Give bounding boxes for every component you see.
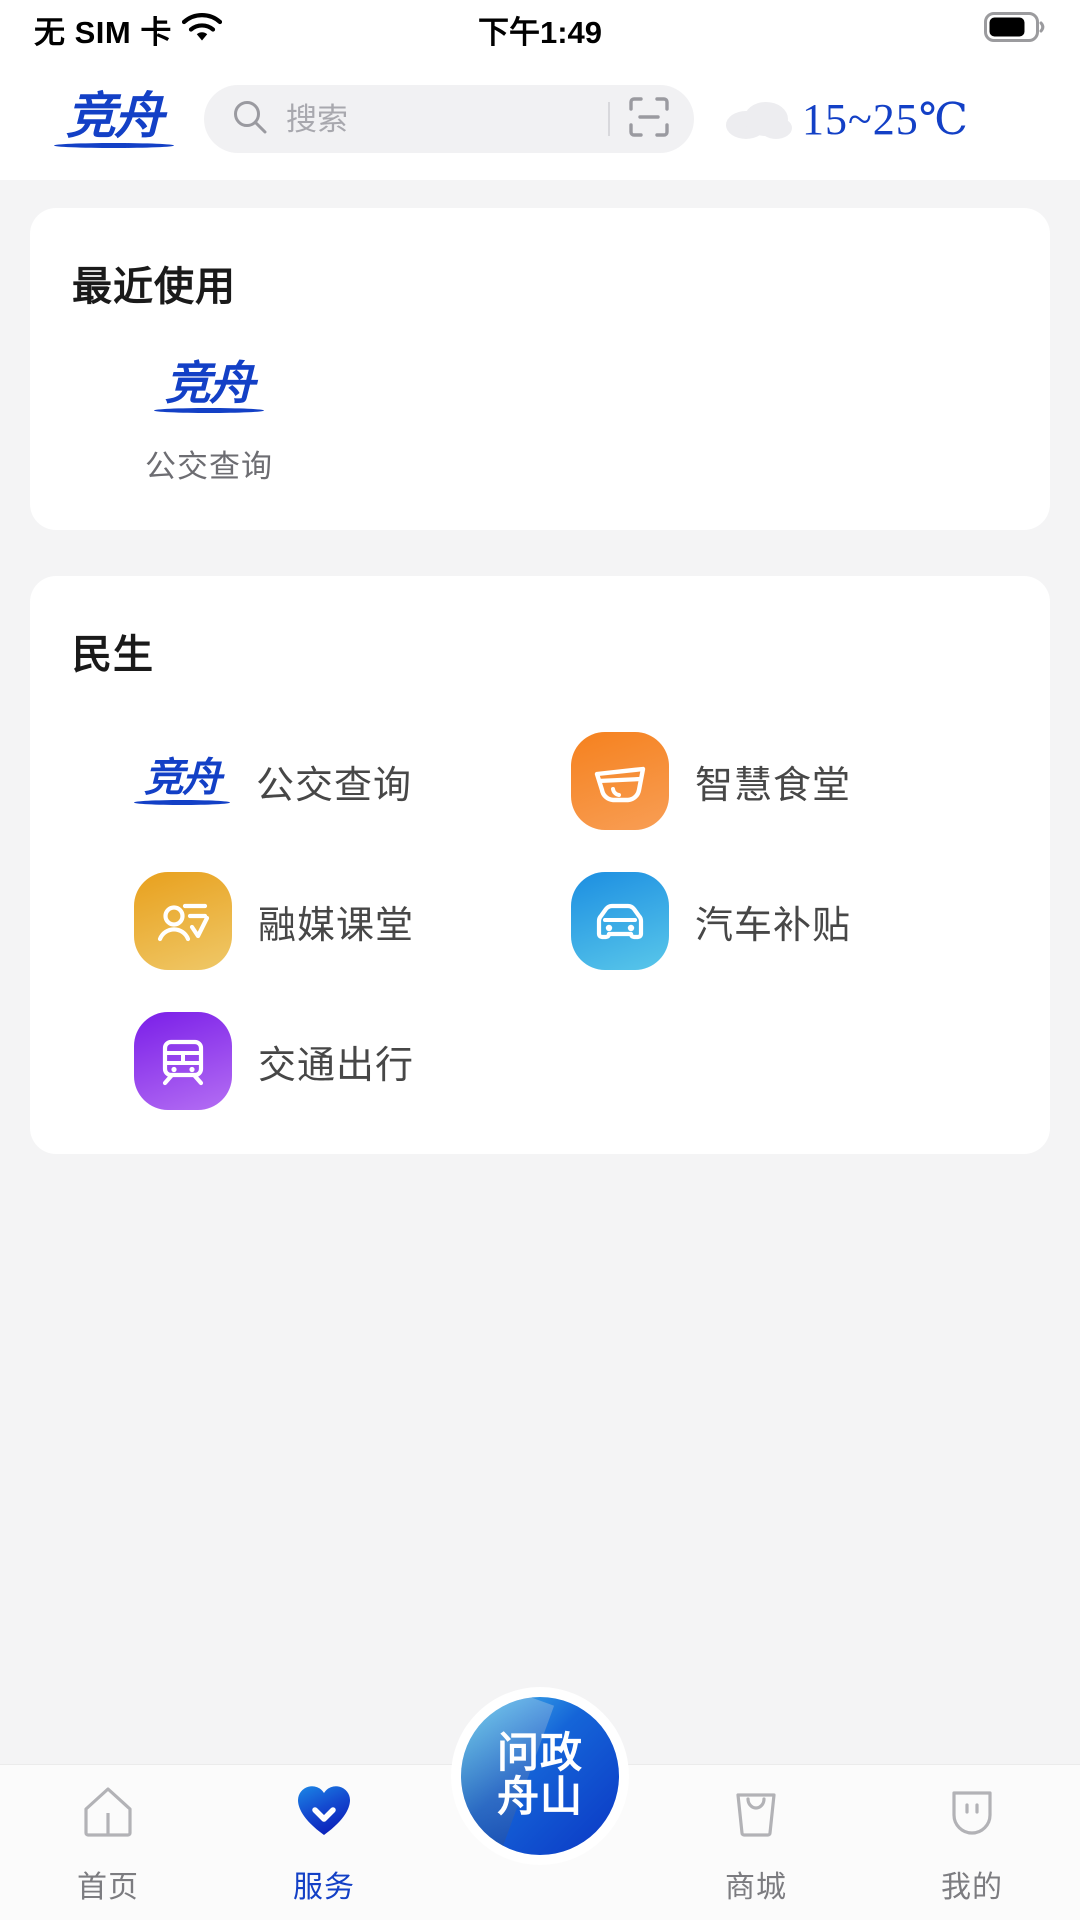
livelihood-card: 民生 竞舟 公交查询 智慧食堂 融媒课堂 汽车补贴 交通出行 bbox=[30, 576, 1050, 1154]
jingzhou-logo-underline bbox=[134, 799, 230, 805]
search-icon bbox=[232, 99, 268, 140]
brand-logo[interactable]: 竞舟 bbox=[44, 86, 184, 152]
status-bar: 无 SIM 卡 下午1:49 bbox=[0, 0, 1080, 58]
search-input[interactable]: 搜索 bbox=[286, 104, 590, 135]
service-item-bus-query[interactable]: 竞舟 公交查询 bbox=[134, 732, 571, 830]
cloud-icon bbox=[720, 89, 796, 150]
recent-item-label: 公交查询 bbox=[145, 449, 273, 484]
search-bar[interactable]: 搜索 bbox=[204, 85, 694, 153]
tab-mall-label: 商城 bbox=[725, 1871, 787, 1904]
heart-check-icon bbox=[292, 1779, 356, 1848]
bottom-tab-bar: 首页 服务 商城 我的 问政 舟山 bbox=[0, 1687, 1080, 1920]
car-icon bbox=[571, 872, 669, 970]
app-screen: 无 SIM 卡 下午1:49 竞舟 搜索 15~25℃ 最近使用 竞舟 公交查询… bbox=[0, 0, 1080, 1920]
livelihood-items-grid: 竞舟 公交查询 智慧食堂 融媒课堂 汽车补贴 交通出行 bbox=[72, 732, 1008, 1110]
tab-home[interactable]: 首页 bbox=[0, 1779, 216, 1906]
service-item-label: 融媒课堂 bbox=[258, 904, 415, 947]
tab-mall[interactable]: 商城 bbox=[648, 1779, 864, 1906]
livelihood-card-title: 民生 bbox=[72, 632, 154, 677]
service-item-car-subsidy[interactable]: 汽车补贴 bbox=[571, 872, 1008, 970]
service-item-label: 交通出行 bbox=[258, 1044, 415, 1087]
search-divider bbox=[608, 102, 610, 136]
carrier-label: 无 SIM 卡 bbox=[34, 14, 172, 50]
jingzhou-logo-underline bbox=[154, 408, 264, 413]
status-bar-left: 无 SIM 卡 bbox=[34, 7, 222, 52]
service-item-label: 公交查询 bbox=[256, 764, 413, 807]
brand-logo-underline bbox=[54, 142, 174, 148]
jingzhou-logo-text: 竞舟 bbox=[144, 754, 222, 801]
service-item-media-classroom[interactable]: 融媒课堂 bbox=[134, 872, 571, 970]
jingzhou-logo-icon: 竞舟 bbox=[154, 360, 264, 413]
status-bar-right bbox=[984, 11, 1046, 47]
home-icon bbox=[76, 1779, 140, 1848]
weather-temperature: 15~25℃ bbox=[802, 94, 970, 144]
tab-mine[interactable]: 我的 bbox=[864, 1779, 1080, 1906]
service-item-label: 智慧食堂 bbox=[695, 764, 852, 807]
bowl-icon bbox=[571, 732, 669, 830]
profile-icon bbox=[940, 1779, 1004, 1848]
center-action-label: 问政 舟山 bbox=[496, 1730, 583, 1821]
tab-service-label: 服务 bbox=[293, 1871, 355, 1904]
train-icon bbox=[134, 1012, 232, 1110]
service-item-label: 汽车补贴 bbox=[695, 904, 852, 947]
main-content: 最近使用 竞舟 公交查询 民生 竞舟 公交查询 智慧食堂 融媒课堂 汽车补贴 交… bbox=[0, 180, 1080, 1764]
jingzhou-logo-icon: 竞舟 bbox=[134, 758, 230, 805]
person-card-icon bbox=[134, 872, 232, 970]
battery-icon bbox=[984, 11, 1046, 47]
tab-mine-label: 我的 bbox=[941, 1871, 1003, 1904]
jingzhou-logo-text: 竞舟 bbox=[165, 356, 255, 410]
service-item-smart-canteen[interactable]: 智慧食堂 bbox=[571, 732, 1008, 830]
recent-items-grid: 竞舟 公交查询 bbox=[72, 360, 1008, 486]
shopping-bag-icon bbox=[724, 1779, 788, 1848]
recent-card: 最近使用 竞舟 公交查询 bbox=[30, 208, 1050, 530]
tab-service[interactable]: 服务 bbox=[216, 1779, 432, 1906]
app-header: 竞舟 搜索 15~25℃ bbox=[0, 58, 1080, 180]
brand-logo-text: 竞舟 bbox=[66, 86, 164, 145]
center-action-button[interactable]: 问政 舟山 bbox=[451, 1687, 629, 1865]
recent-item-bus-query[interactable]: 竞舟 公交查询 bbox=[114, 360, 304, 486]
recent-card-title: 最近使用 bbox=[72, 264, 236, 309]
scan-qr-icon[interactable] bbox=[628, 96, 670, 143]
service-item-transportation[interactable]: 交通出行 bbox=[134, 1012, 571, 1110]
wenzheng-zhoushan-icon: 问政 舟山 bbox=[461, 1697, 619, 1855]
weather-widget[interactable]: 15~25℃ bbox=[720, 89, 969, 150]
wifi-icon bbox=[181, 12, 222, 48]
tab-home-label: 首页 bbox=[77, 1871, 139, 1904]
